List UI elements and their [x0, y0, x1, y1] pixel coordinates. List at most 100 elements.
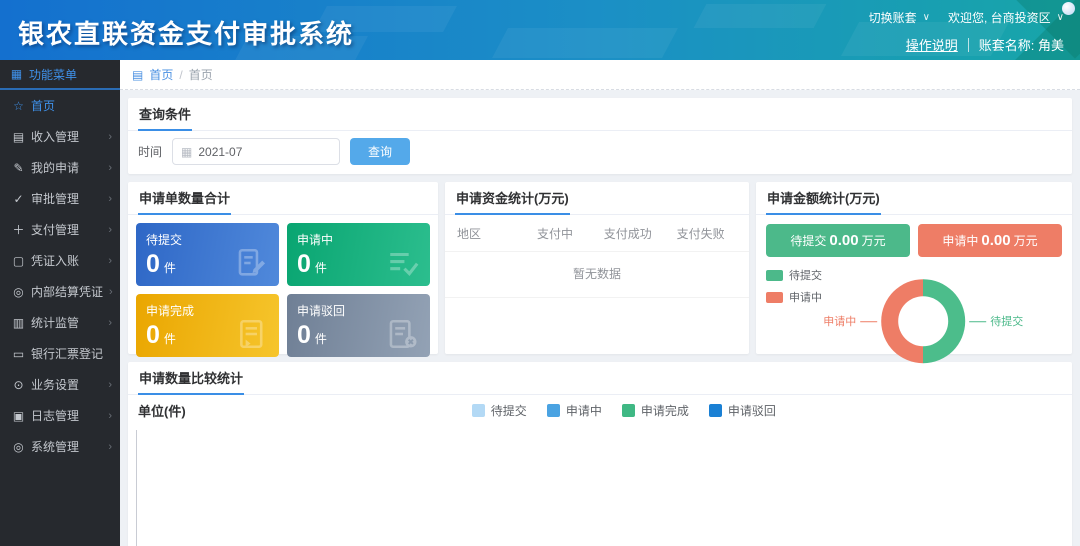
header-decoration — [492, 28, 678, 58]
briefcase-icon: ▢ — [12, 254, 25, 268]
sidebar: ▦ 功能菜单 ☆ 首页 ▤ 收入管理 › ✎ 我的申请 › ✓ 审批管理 › — [0, 60, 120, 546]
sidebar-item-home[interactable]: ☆ 首页 — [0, 90, 120, 121]
breadcrumb-current: 首页 — [189, 66, 213, 83]
chevron-down-icon: ∨ — [923, 12, 930, 23]
breadcrumb: ▤ 首页 / 首页 — [120, 60, 1080, 90]
document-icon — [235, 317, 269, 351]
edit-doc-icon: ▣ — [12, 409, 25, 423]
query-panel-title: 查询条件 — [128, 98, 1072, 131]
query-panel: 查询条件 时间 ▦ 查询 — [128, 98, 1072, 174]
badge-in-progress-amount: 申请中0.00万元 — [918, 224, 1062, 257]
chevron-right-icon: › — [108, 379, 112, 391]
app-screen: 银农直联资金支付审批系统 切换账套 ∨ 欢迎您, 台商投资区 ∨ 操作说明 账套… — [0, 0, 1080, 546]
sidebar-item-voucher-entry[interactable]: ▢ 凭证入账 › — [0, 245, 120, 276]
legend-swatch — [709, 404, 722, 417]
legend-swatch — [472, 404, 485, 417]
paperclip-icon: ⊙ — [12, 378, 25, 392]
sidebar-item-my-applications[interactable]: ✎ 我的申请 › — [0, 152, 120, 183]
home-star-icon: ☆ — [12, 99, 25, 113]
card-icon: ▭ — [12, 347, 25, 361]
callout-line — [969, 321, 986, 322]
sidebar-header-menu[interactable]: ▦ 功能菜单 — [0, 60, 120, 90]
time-label: 时间 — [138, 143, 162, 160]
legend-item-in-progress[interactable]: 申请中 — [547, 402, 602, 419]
app-title: 银农直联资金支付审批系统 — [18, 14, 354, 51]
application-count-panel: 申请单数量合计 待提交 0件 — [128, 182, 438, 354]
column-pay-failed: 支付失败 — [664, 225, 737, 242]
switch-account-dropdown[interactable]: 切换账套 ∨ — [869, 9, 930, 26]
chevron-down-icon: ∨ — [1057, 12, 1064, 23]
empty-bar-chart-plot — [136, 430, 1062, 546]
legend-swatch — [766, 270, 783, 281]
stat-card-in-progress[interactable]: 申请中 0件 — [287, 223, 430, 286]
account-name-label: 账套名称: 角美 — [979, 35, 1064, 54]
callout-line — [860, 321, 877, 322]
header-decoration — [694, 4, 827, 28]
column-pay-success: 支付成功 — [591, 225, 664, 242]
column-paying: 支付中 — [519, 225, 592, 242]
chevron-right-icon: › — [108, 193, 112, 205]
corner-widget-dot[interactable] — [1062, 2, 1075, 15]
bar-chart-icon: ▥ — [12, 316, 25, 330]
menu-grid-icon: ▦ — [10, 67, 23, 81]
sidebar-item-payment[interactable]: ＋ 支付管理 › — [0, 214, 120, 245]
chart-unit-label: 单位(件) — [138, 401, 186, 420]
list-check-icon — [386, 246, 420, 280]
badge-pending-submit-amount: 待提交0.00万元 — [766, 224, 910, 257]
header-user-area: 切换账套 ∨ 欢迎您, 台商投资区 ∨ 操作说明 账套名称: 角美 — [869, 9, 1064, 54]
legend-item-rejected[interactable]: 申请驳回 — [709, 402, 776, 419]
funds-table-header: 地区 支付中 支付成功 支付失败 — [445, 215, 749, 252]
sidebar-item-statistics[interactable]: ▥ 统计监管 › — [0, 307, 120, 338]
stat-card-rejected[interactable]: 申请驳回 0件 — [287, 294, 430, 357]
donut-chart-zone: 待提交 申请中 申请中 — [756, 263, 1072, 367]
donut-ring — [881, 279, 965, 363]
chevron-right-icon: › — [108, 441, 112, 453]
legend-item-pending-submit[interactable]: 待提交 — [472, 402, 527, 419]
sidebar-item-business-settings[interactable]: ⊙ 业务设置 › — [0, 369, 120, 400]
sidebar-item-log-management[interactable]: ▣ 日志管理 › — [0, 400, 120, 431]
chevron-right-icon: › — [109, 286, 113, 298]
amount-statistics-panel: 申请金额统计(万元) 待提交0.00万元 申请中0.00万元 — [756, 182, 1072, 354]
document-edit-icon — [235, 246, 269, 280]
welcome-user-dropdown[interactable]: 欢迎您, 台商投资区 ∨ — [948, 9, 1064, 26]
gear-icon: ◎ — [12, 440, 25, 454]
legend-swatch — [766, 292, 783, 303]
bar-chart-legend: 待提交 申请中 申请完成 — [186, 402, 1062, 419]
donut-label-in-progress: 申请中 — [823, 313, 877, 329]
pencil-icon: ✎ — [12, 161, 25, 175]
sidebar-item-approval[interactable]: ✓ 审批管理 › — [0, 183, 120, 214]
breadcrumb-home-link[interactable]: 首页 — [149, 66, 173, 83]
donut-chart: 申请中 待提交 — [808, 269, 1038, 373]
document-icon: ▤ — [12, 130, 25, 144]
funds-statistics-panel: 申请资金统计(万元) 地区 支付中 支付成功 支付失败 暂无数据 — [445, 182, 749, 354]
legend-item-completed[interactable]: 申请完成 — [622, 402, 689, 419]
plus-cross-icon: ＋ — [12, 221, 25, 238]
sidebar-item-bank-draft[interactable]: ▭ 银行汇票登记 — [0, 338, 120, 369]
search-button[interactable]: 查询 — [350, 138, 410, 165]
document-reject-icon — [386, 317, 420, 351]
legend-swatch — [547, 404, 560, 417]
page-doc-icon: ▤ — [132, 68, 143, 82]
donut-label-pending-submit: 待提交 — [969, 313, 1023, 329]
chevron-right-icon: › — [108, 162, 112, 174]
check-icon: ✓ — [12, 192, 25, 206]
date-input[interactable] — [198, 145, 331, 159]
chevron-right-icon: › — [108, 255, 112, 267]
legend-swatch — [622, 404, 635, 417]
chevron-right-icon: › — [108, 131, 112, 143]
stat-card-completed[interactable]: 申请完成 0件 — [136, 294, 279, 357]
funds-panel-title: 申请资金统计(万元) — [445, 182, 749, 215]
app-header: 银农直联资金支付审批系统 切换账套 ∨ 欢迎您, 台商投资区 ∨ 操作说明 账套… — [0, 0, 1080, 60]
sidebar-item-income[interactable]: ▤ 收入管理 › — [0, 121, 120, 152]
sidebar-item-internal-settlement[interactable]: ◎ 内部结算凭证 › — [0, 276, 120, 307]
sidebar-item-system-management[interactable]: ◎ 系统管理 › — [0, 431, 120, 462]
stat-card-pending-submit[interactable]: 待提交 0件 — [136, 223, 279, 286]
column-region: 地区 — [457, 225, 519, 242]
divider — [968, 38, 969, 52]
main-area: ▤ 首页 / 首页 查询条件 时间 ▦ — [120, 60, 1080, 546]
date-picker[interactable]: ▦ — [172, 138, 340, 165]
operation-guide-link[interactable]: 操作说明 — [906, 35, 958, 54]
chevron-right-icon: › — [108, 410, 112, 422]
count-panel-title: 申请单数量合计 — [128, 182, 438, 215]
amount-panel-title: 申请金额统计(万元) — [756, 182, 1072, 215]
